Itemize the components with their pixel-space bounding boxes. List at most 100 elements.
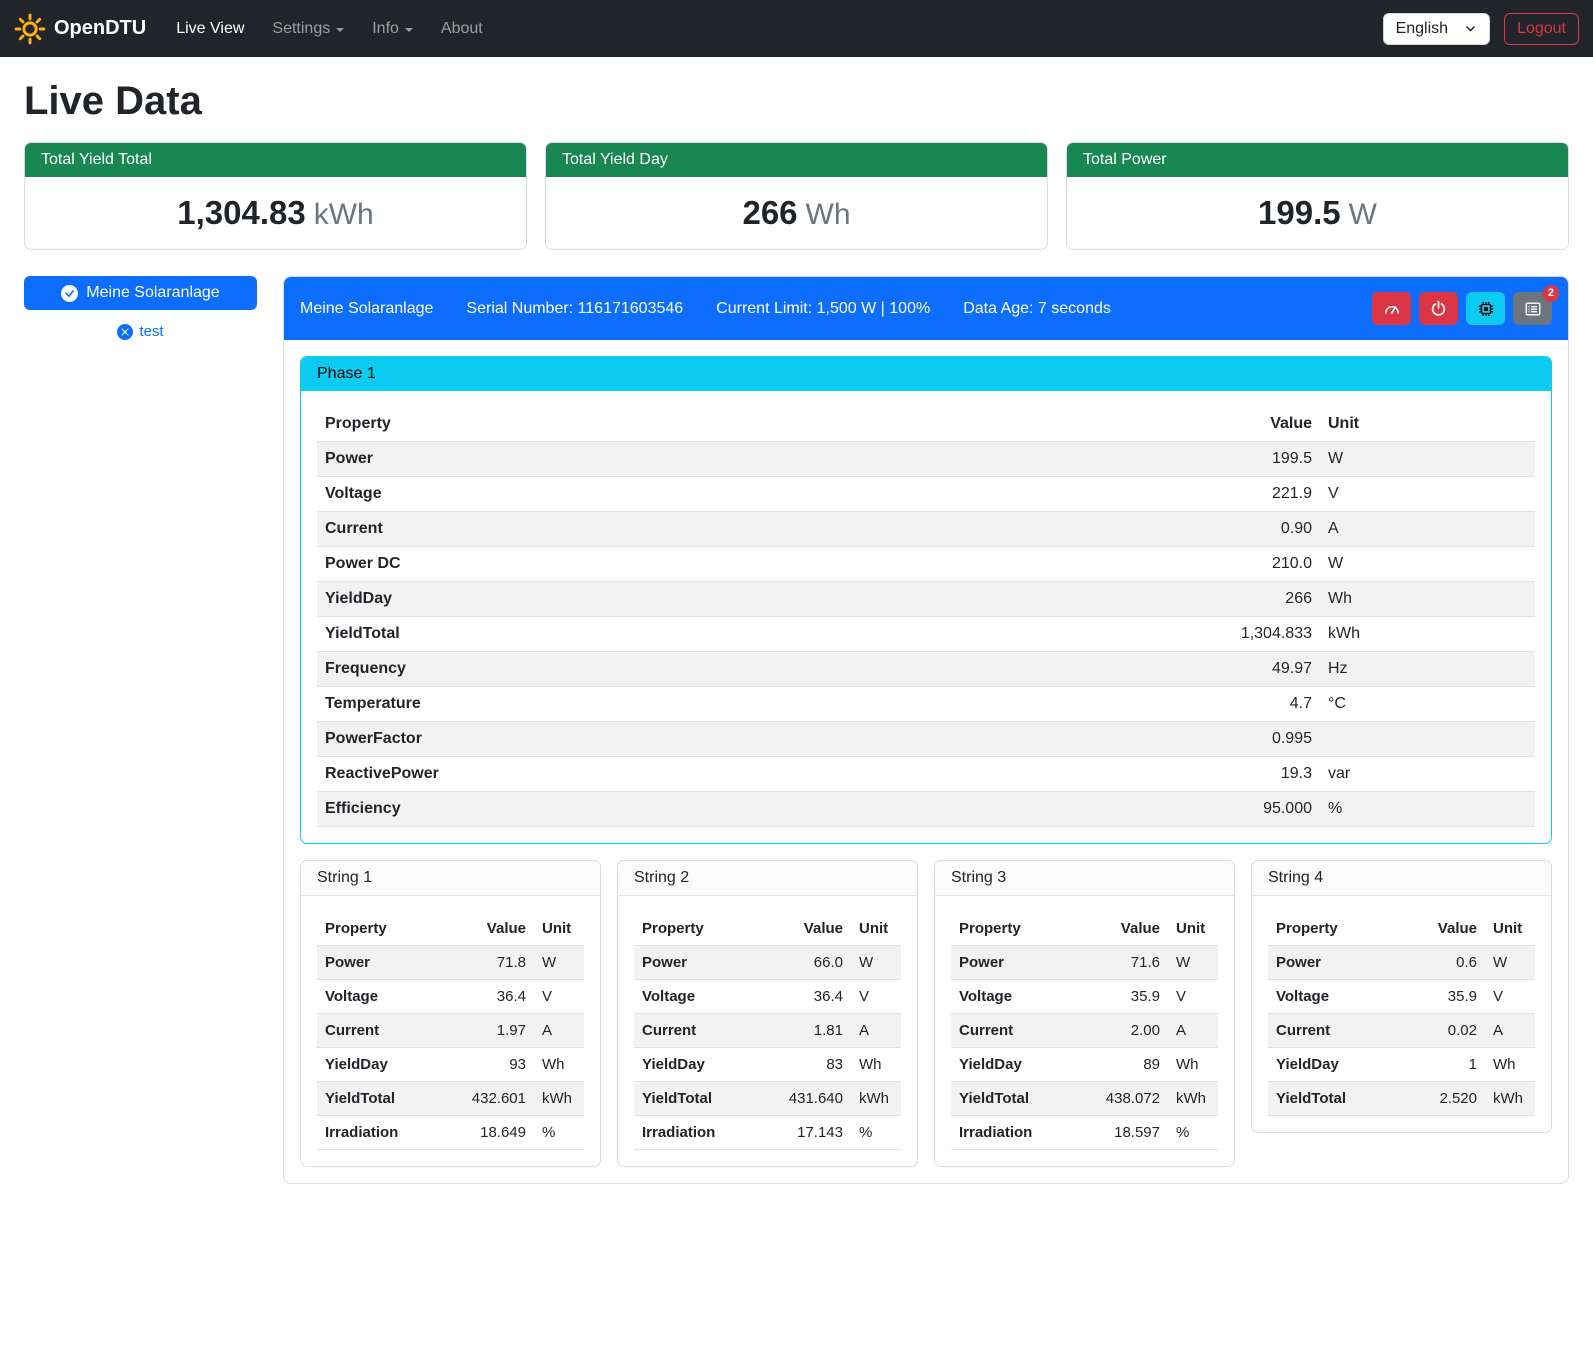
- row-property: Current: [634, 1014, 775, 1048]
- language-select[interactable]: English: [1383, 13, 1490, 45]
- power-button[interactable]: [1419, 292, 1458, 325]
- inverter-item-test[interactable]: test: [24, 323, 257, 340]
- row-property: Current: [317, 1014, 458, 1048]
- row-unit: %: [1320, 792, 1535, 827]
- row-value: 36.4: [775, 980, 851, 1014]
- table-row: YieldDay 89 Wh: [951, 1048, 1218, 1082]
- column-value: Value: [775, 912, 851, 946]
- row-value: 18.649: [458, 1116, 534, 1150]
- row-property: Irradiation: [317, 1116, 458, 1150]
- row-unit: W: [1320, 547, 1535, 582]
- logout-button[interactable]: Logout: [1504, 13, 1579, 45]
- row-value: 0.6: [1409, 946, 1485, 980]
- row-unit: Wh: [851, 1048, 901, 1082]
- table-row: Frequency 49.97 Hz: [317, 652, 1535, 687]
- row-property: Power: [634, 946, 775, 980]
- device-info-button[interactable]: [1466, 292, 1505, 325]
- row-property: YieldTotal: [317, 1082, 458, 1116]
- nav-item-live-view[interactable]: Live View: [162, 12, 258, 46]
- column-property: Property: [317, 912, 458, 946]
- row-unit: W: [1320, 442, 1535, 477]
- row-unit: V: [1485, 980, 1535, 1014]
- row-property: YieldDay: [317, 1048, 458, 1082]
- row-value: 1.81: [775, 1014, 851, 1048]
- row-unit: V: [534, 980, 584, 1014]
- column-unit: Unit: [1320, 407, 1535, 442]
- row-unit: Wh: [534, 1048, 584, 1082]
- table-row: YieldDay 93 Wh: [317, 1048, 584, 1082]
- summary-card-unit: Wh: [806, 198, 851, 231]
- row-unit: %: [851, 1116, 901, 1150]
- inverter-item-test-label: test: [139, 323, 163, 340]
- column-property: Property: [951, 912, 1092, 946]
- string-card-1: String 1 Property Value Unit: [300, 860, 601, 1167]
- row-value: 83: [775, 1048, 851, 1082]
- inverter-select-button[interactable]: Meine Solaranlage: [24, 276, 257, 310]
- limit-settings-button[interactable]: [1372, 292, 1411, 325]
- x-circle-icon: [117, 324, 133, 340]
- table-header-row: Property Value Unit: [634, 912, 901, 946]
- caret-down-icon: [336, 28, 344, 32]
- row-unit: kWh: [851, 1082, 901, 1116]
- row-property: Frequency: [317, 652, 1200, 687]
- string-table: Property Value Unit Power: [634, 912, 901, 1150]
- row-value: 1,304.833: [1200, 617, 1320, 652]
- navbar-right: English Logout: [1383, 13, 1579, 45]
- serial-number: Serial Number: 116171603546: [466, 300, 683, 318]
- row-unit: A: [534, 1014, 584, 1048]
- row-unit: W: [1168, 946, 1218, 980]
- language-select-value: English: [1396, 20, 1448, 38]
- row-value: 0.90: [1200, 512, 1320, 547]
- row-property: ReactivePower: [317, 757, 1200, 792]
- table-row: Current 0.02 A: [1268, 1014, 1535, 1048]
- page-container: Live Data Total Yield Total 1,304.83kWh …: [0, 57, 1593, 1208]
- row-unit: %: [1168, 1116, 1218, 1150]
- row-unit: A: [851, 1014, 901, 1048]
- row-value: 266: [1200, 582, 1320, 617]
- nav-item-info[interactable]: Info: [358, 12, 427, 46]
- string-table: Property Value Unit Power: [1268, 912, 1535, 1116]
- row-value: 432.601: [458, 1082, 534, 1116]
- row-value: 431.640: [775, 1082, 851, 1116]
- row-property: Power: [951, 946, 1092, 980]
- event-log-button[interactable]: 2: [1513, 292, 1552, 325]
- string-table: Property Value Unit Power: [951, 912, 1218, 1150]
- summary-card-value: 1,304.83: [177, 194, 305, 231]
- check-circle-icon: [61, 285, 78, 302]
- column-unit: Unit: [1485, 912, 1535, 946]
- column-value: Value: [1200, 407, 1320, 442]
- row-property: YieldDay: [951, 1048, 1092, 1082]
- string-card-3: String 3 Property Value Unit: [934, 860, 1235, 1167]
- column-value: Value: [458, 912, 534, 946]
- row-property: Power: [1268, 946, 1409, 980]
- table-row: YieldTotal 2.520 kWh: [1268, 1082, 1535, 1116]
- table-row: Voltage 35.9 V: [1268, 980, 1535, 1014]
- nav-item-settings[interactable]: Settings: [258, 12, 358, 46]
- nav-item-about[interactable]: About: [427, 12, 497, 46]
- row-value: 17.143: [775, 1116, 851, 1150]
- row-property: Voltage: [317, 477, 1200, 512]
- table-row: Power 71.8 W: [317, 946, 584, 980]
- table-row: Irradiation 17.143 %: [634, 1116, 901, 1150]
- table-row: YieldTotal 438.072 kWh: [951, 1082, 1218, 1116]
- inverter-panel-header: Meine Solaranlage Serial Number: 1161716…: [284, 277, 1568, 340]
- table-row: Current 0.90 A: [317, 512, 1535, 547]
- caret-down-icon: [405, 28, 413, 32]
- page-title: Live Data: [24, 79, 1569, 124]
- table-row: Current 2.00 A: [951, 1014, 1218, 1048]
- table-row: YieldTotal 1,304.833 kWh: [317, 617, 1535, 652]
- table-row: Efficiency 95.000 %: [317, 792, 1535, 827]
- inverter-actions: 2: [1372, 292, 1552, 325]
- row-unit: kWh: [1168, 1082, 1218, 1116]
- table-row: Current 1.97 A: [317, 1014, 584, 1048]
- row-value: 438.072: [1092, 1082, 1168, 1116]
- brand[interactable]: OpenDTU: [14, 13, 146, 45]
- row-property: YieldDay: [317, 582, 1200, 617]
- row-value: 2.520: [1409, 1082, 1485, 1116]
- table-row: Irradiation 18.649 %: [317, 1116, 584, 1150]
- row-value: 71.6: [1092, 946, 1168, 980]
- table-row: Power DC 210.0 W: [317, 547, 1535, 582]
- table-row: Power 66.0 W: [634, 946, 901, 980]
- row-property: Voltage: [317, 980, 458, 1014]
- row-value: 35.9: [1092, 980, 1168, 1014]
